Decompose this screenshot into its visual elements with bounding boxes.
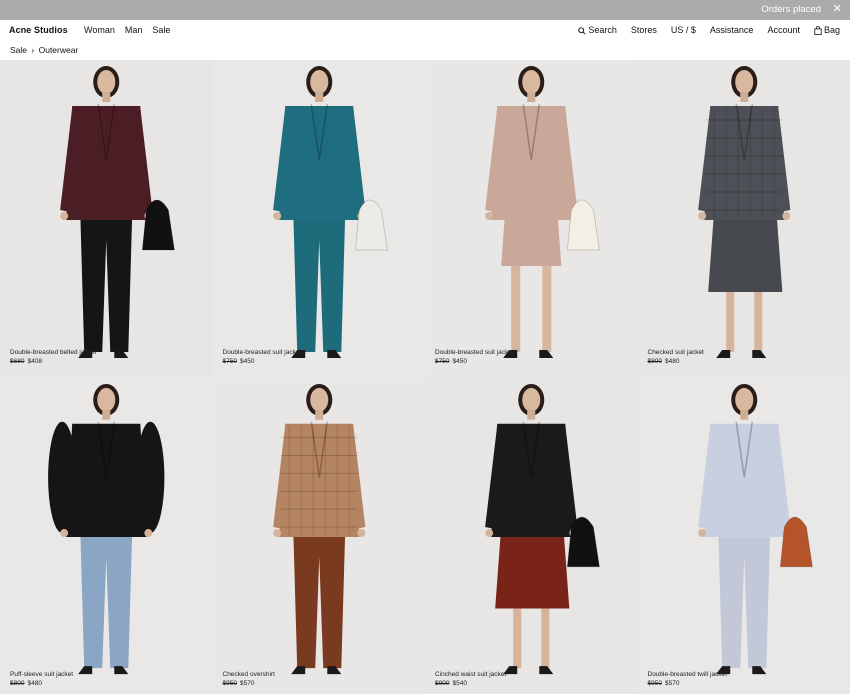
nav-woman[interactable]: Woman <box>84 25 115 35</box>
product-card[interactable]: Double-breasted suit jacket $750 $450 <box>425 60 638 378</box>
product-original-price: $950 <box>222 680 237 687</box>
product-card[interactable]: Checked suit jacket $800 $480 <box>637 60 850 378</box>
product-sale-price: $480 <box>27 680 42 687</box>
product-original-price: $800 <box>647 358 662 365</box>
bag-button[interactable]: Bag <box>814 25 840 36</box>
nav-man[interactable]: Man <box>125 25 143 35</box>
breadcrumb-separator: › <box>31 45 35 55</box>
product-name[interactable]: Double-breasted belted jacket <box>10 348 96 357</box>
product-info: Checked suit jacket $800 $480 <box>648 348 704 366</box>
product-price-row: $950 $570 <box>223 679 275 688</box>
search-button[interactable]: Search <box>578 25 617 35</box>
main-nav: Acne Studios Woman Man Sale Search Store… <box>0 20 850 41</box>
product-image <box>485 66 600 358</box>
close-icon[interactable]: ✕ <box>833 2 842 15</box>
top-banner: Orders placed ✕ <box>0 0 850 20</box>
product-original-price: $800 <box>10 680 25 687</box>
product-name[interactable]: Double-breasted suit jacket <box>223 348 302 357</box>
breadcrumb-outerwear[interactable]: Outerwear <box>39 45 79 55</box>
product-image <box>272 66 388 358</box>
product-price-row: $800 $480 <box>648 357 704 366</box>
product-card[interactable]: Checked overshirt $950 $570 <box>212 378 425 694</box>
account-link[interactable]: Account <box>767 25 800 35</box>
product-sale-price: $540 <box>452 680 467 687</box>
bag-icon <box>814 26 822 36</box>
currency-selector[interactable]: US / $ <box>671 25 696 35</box>
search-icon <box>578 27 586 35</box>
product-name[interactable]: Checked overshirt <box>223 670 275 679</box>
product-sale-price: $408 <box>27 358 42 365</box>
product-name[interactable]: Cinched waist suit jacket <box>435 670 506 679</box>
product-original-price: $680 <box>10 358 25 365</box>
product-info: Double-breasted suit jacket $750 $450 <box>223 348 302 366</box>
product-card[interactable]: Puff-sleeve suit jacket $800 $480 <box>0 378 213 694</box>
primary-nav: Woman Man Sale <box>84 25 170 35</box>
product-original-price: $750 <box>435 358 450 365</box>
product-sale-price: $450 <box>239 358 255 365</box>
product-image <box>697 66 790 358</box>
product-card[interactable]: Cinched waist suit jacket $900 $540 <box>425 378 638 694</box>
product-original-price: $750 <box>222 358 237 365</box>
product-card[interactable]: Double-breasted twill jacket $950 $570 <box>637 378 850 694</box>
product-sale-price: $570 <box>664 680 680 687</box>
product-info: Double-breasted belted jacket $680 $408 <box>10 348 96 366</box>
stores-link[interactable]: Stores <box>631 25 657 35</box>
logo[interactable]: Acne Studios <box>9 25 68 35</box>
product-sale-price: $480 <box>664 358 680 365</box>
product-sale-price: $570 <box>239 680 255 687</box>
product-info: Double-breasted twill jacket $950 $570 <box>648 670 727 688</box>
product-card[interactable]: Double-breasted belted jacket $680 $408 <box>0 60 213 378</box>
product-name[interactable]: Checked suit jacket <box>648 348 704 357</box>
product-info: Puff-sleeve suit jacket $800 $480 <box>10 670 73 688</box>
search-label: Search <box>588 25 617 36</box>
product-image <box>60 66 175 358</box>
breadcrumb-sale[interactable]: Sale <box>10 45 27 55</box>
product-grid: Double-breasted belted jacket $680 $408 Dou… <box>0 60 850 694</box>
product-name[interactable]: Double-breasted suit jacket <box>435 348 514 357</box>
bag-label: Bag <box>823 25 840 35</box>
product-price-row: $680 $408 <box>10 357 96 366</box>
assistance-link[interactable]: Assistance <box>710 25 754 35</box>
nav-sale[interactable]: Sale <box>152 25 170 35</box>
product-name[interactable]: Puff-sleeve suit jacket <box>10 670 73 679</box>
product-price-row: $750 $450 <box>435 357 514 366</box>
product-original-price: $900 <box>435 680 450 687</box>
banner-text: Orders placed <box>761 4 821 15</box>
product-image <box>697 383 813 675</box>
product-name[interactable]: Double-breasted twill jacket <box>648 670 727 679</box>
product-info: Double-breasted suit jacket $750 $450 <box>435 348 514 366</box>
product-card[interactable]: Double-breasted suit jacket $750 $450 <box>212 60 425 378</box>
utility-nav: Search Stores US / $ Assistance Account … <box>578 25 840 35</box>
product-image <box>485 383 600 675</box>
product-image <box>48 383 165 675</box>
product-price-row: $900 $540 <box>435 679 506 688</box>
product-price-row: $950 $570 <box>648 679 727 688</box>
product-original-price: $950 <box>647 680 662 687</box>
product-price-row: $800 $480 <box>10 679 73 688</box>
product-sale-price: $450 <box>452 358 467 365</box>
breadcrumb: Sale › Outerwear <box>0 41 850 60</box>
product-info: Checked overshirt $950 $570 <box>223 670 275 688</box>
product-price-row: $750 $450 <box>223 357 302 366</box>
product-image <box>272 383 365 675</box>
product-info: Cinched waist suit jacket $900 $540 <box>435 670 506 688</box>
